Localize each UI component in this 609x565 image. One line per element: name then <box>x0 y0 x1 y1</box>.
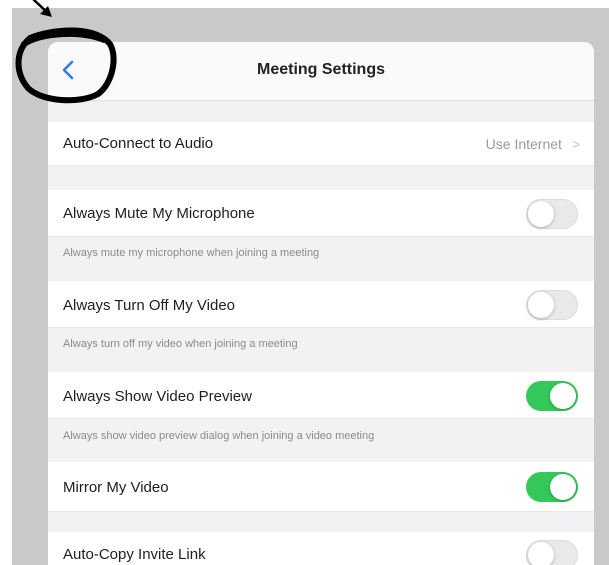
auto-connect-audio-row[interactable]: Auto-Connect to Audio Use Internet > <box>48 122 594 166</box>
always-turn-off-video-toggle[interactable] <box>526 290 578 320</box>
toggle-knob <box>528 292 554 318</box>
auto-copy-invite-link-label: Auto-Copy Invite Link <box>63 546 206 563</box>
settings-panel: Meeting Settings Auto-Connect to Audio U… <box>48 42 594 565</box>
auto-connect-audio-value: Use Internet > <box>486 136 580 152</box>
always-show-video-preview-description-row: Always show video preview dialog when jo… <box>48 419 594 462</box>
mirror-my-video-label: Mirror My Video <box>63 479 169 496</box>
always-mute-microphone-row: Always Mute My Microphone <box>48 190 594 237</box>
toggle-knob <box>528 201 554 227</box>
always-show-video-preview-description: Always show video preview dialog when jo… <box>63 430 375 442</box>
always-turn-off-video-description-row: Always turn off my video when joining a … <box>48 328 594 372</box>
toggle-knob <box>550 383 576 409</box>
always-show-video-preview-toggle[interactable] <box>526 381 578 411</box>
toggle-knob <box>550 474 576 500</box>
always-turn-off-video-description: Always turn off my video when joining a … <box>63 338 298 350</box>
chevron-right-icon: > <box>571 136 580 152</box>
auto-connect-value-text: Use Internet <box>485 136 562 152</box>
always-mute-microphone-description: Always mute my microphone when joining a… <box>63 247 320 259</box>
auto-connect-audio-label: Auto-Connect to Audio <box>63 135 214 152</box>
auto-copy-invite-link-toggle[interactable] <box>526 540 578 565</box>
always-turn-off-video-row: Always Turn Off My Video <box>48 281 594 328</box>
always-mute-microphone-description-row: Always mute my microphone when joining a… <box>48 237 594 281</box>
page-title: Meeting Settings <box>256 61 385 78</box>
always-show-video-preview-label: Always Show Video Preview <box>63 388 252 405</box>
always-mute-microphone-label: Always Mute My Microphone <box>63 205 255 222</box>
always-show-video-preview-row: Always Show Video Preview <box>48 372 594 419</box>
navigation-bar: Meeting Settings <box>48 42 594 101</box>
toggle-knob <box>528 542 554 565</box>
auto-copy-invite-link-row: Auto-Copy Invite Link <box>48 532 594 565</box>
always-mute-microphone-toggle[interactable] <box>526 199 578 229</box>
mirror-my-video-row: Mirror My Video <box>48 462 594 512</box>
always-turn-off-video-label: Always Turn Off My Video <box>63 297 236 314</box>
mirror-my-video-toggle[interactable] <box>526 472 578 502</box>
